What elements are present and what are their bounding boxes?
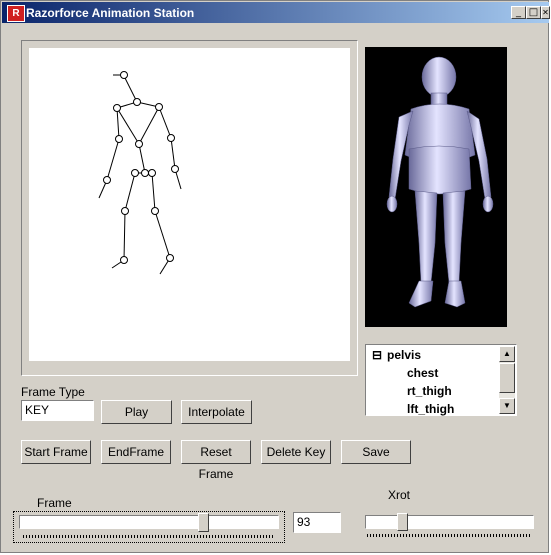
frame-slider-track[interactable] [19,515,279,529]
start-frame-button[interactable]: Start Frame [21,440,91,464]
skeleton-canvas[interactable] [29,48,350,361]
xrot-slider-thumb[interactable] [396,513,408,531]
close-button[interactable]: ✕ [541,6,550,19]
scroll-thumb[interactable] [499,363,515,393]
model-preview[interactable] [365,47,507,327]
xrot-slider-ticks [367,534,532,537]
xrot-slider-track[interactable] [365,515,534,529]
3d-model-figure [386,56,494,308]
app-logo-icon: R [7,5,25,22]
tree-item-pelvis[interactable]: pelvis [387,348,421,362]
skeleton-figure [98,71,182,275]
window-title: Razorforce Animation Station [26,6,195,20]
tree-item-rt-thigh[interactable]: rt_thigh [407,384,452,398]
frame-number-field[interactable]: 93 [293,512,341,533]
frame-slider-label: Frame [37,496,72,510]
tree-item-chest[interactable]: chest [407,366,438,380]
app-window: R Razorforce Animation Station _ □ ✕ ⊟ p… [0,0,550,553]
scroll-up-icon[interactable]: ▲ [499,346,515,362]
title-bar[interactable]: R Razorforce Animation Station _ □ ✕ [2,2,550,23]
frame-slider-ticks [23,535,275,538]
maximize-button[interactable]: □ [526,6,541,19]
minimize-button[interactable]: _ [511,6,526,19]
end-frame-button[interactable]: EndFrame [101,440,171,464]
frame-type-field[interactable]: KEY [21,400,94,421]
tree-expander-icon[interactable]: ⊟ [372,348,382,362]
xrot-slider-label: Xrot [388,488,411,502]
save-button[interactable]: Save [341,440,411,464]
delete-key-button[interactable]: Delete Key [261,440,331,464]
frame-type-label: Frame Type [21,385,85,399]
tree-scrollbar[interactable]: ▲ ▼ [499,346,515,414]
play-button[interactable]: Play [101,400,172,424]
tree-item-lft-thigh[interactable]: lft_thigh [407,402,454,416]
interpolate-button[interactable]: Interpolate [181,400,252,424]
reset-frame-button[interactable]: Reset Frame [181,440,251,481]
frame-slider[interactable] [13,511,285,543]
frame-slider-thumb[interactable] [198,513,210,532]
scroll-down-icon[interactable]: ▼ [499,398,515,414]
xrot-slider[interactable] [363,512,538,542]
bone-tree-view[interactable]: ⊟ pelvis chest rt_thigh lft_thigh ▲ ▼ [365,344,517,416]
skeleton-view-frame [21,40,358,376]
